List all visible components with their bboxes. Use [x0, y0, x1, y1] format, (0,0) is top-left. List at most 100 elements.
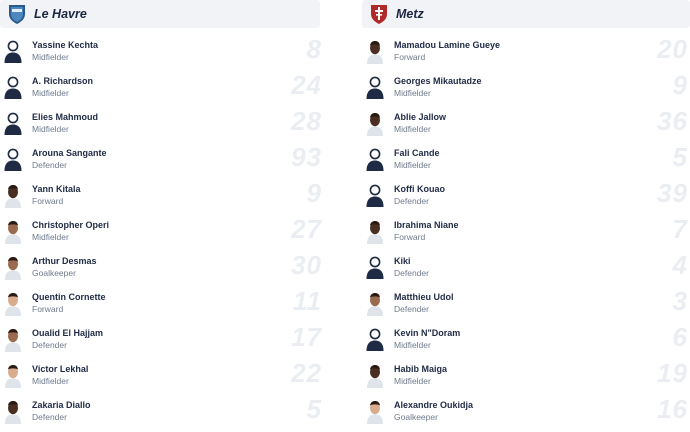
player-name[interactable]: Alexandre Oukidja — [394, 399, 473, 411]
player-avatar-icon — [365, 291, 385, 316]
player-name[interactable]: Kevin N"Doram — [394, 327, 460, 339]
home-player-row[interactable]: Arthur Desmas Goalkeeper 30 — [0, 250, 330, 288]
player-info: Quentin Cornette Forward — [32, 291, 106, 315]
player-avatar-icon — [365, 75, 385, 100]
player-info: Mamadou Lamine Gueye Forward — [394, 39, 500, 63]
player-position: Defender — [394, 196, 429, 206]
player-info: Matthieu Udol Defender — [394, 291, 454, 315]
player-info: Georges Mikautadze Midfielder — [394, 75, 482, 99]
home-player-row[interactable]: Arouna Sangante Defender 93 — [0, 142, 330, 180]
player-name[interactable]: Arthur Desmas — [32, 255, 97, 267]
shirt-number: 93 — [291, 142, 322, 172]
player-info: Kiki Defender — [394, 255, 429, 279]
player-avatar-icon — [3, 363, 23, 388]
player-info: Ablie Jallow Midfielder — [394, 111, 446, 135]
home-player-row[interactable]: A. Richardson Midfielder 24 — [0, 70, 330, 108]
player-name[interactable]: A. Richardson — [32, 75, 93, 87]
player-name[interactable]: Yann Kitala — [32, 183, 81, 195]
player-name[interactable]: Kiki — [394, 255, 429, 267]
shirt-number: 27 — [291, 214, 322, 244]
player-position: Midfielder — [394, 124, 431, 134]
home-player-row[interactable]: Yassine Kechta Midfielder 8 — [0, 34, 330, 72]
home-player-row[interactable]: Quentin Cornette Forward 11 — [0, 286, 330, 324]
player-name[interactable]: Mamadou Lamine Gueye — [394, 39, 500, 51]
player-name[interactable]: Ablie Jallow — [394, 111, 446, 123]
player-name[interactable]: Georges Mikautadze — [394, 75, 482, 87]
player-avatar-icon — [3, 327, 23, 352]
player-name[interactable]: Oualid El Hajjam — [32, 327, 103, 339]
player-name[interactable]: Matthieu Udol — [394, 291, 454, 303]
away-player-row[interactable]: Georges Mikautadze Midfielder 9 — [362, 70, 690, 108]
player-avatar-icon — [365, 363, 385, 388]
player-name[interactable]: Ibrahima Niane — [394, 219, 459, 231]
away-player-row[interactable]: Ibrahima Niane Forward 7 — [362, 214, 690, 252]
shirt-number: 24 — [291, 70, 322, 100]
player-name[interactable]: Fali Cande — [394, 147, 440, 159]
player-avatar-icon — [365, 111, 385, 136]
shirt-number: 3 — [672, 286, 688, 316]
away-player-row[interactable]: Ablie Jallow Midfielder 36 — [362, 106, 690, 144]
player-avatar-icon — [3, 111, 23, 136]
shirt-number: 19 — [657, 358, 688, 388]
shirt-number: 8 — [306, 34, 322, 64]
away-team-header[interactable]: Metz — [362, 0, 690, 28]
player-position: Midfielder — [32, 52, 69, 62]
home-player-row[interactable]: Yann Kitala Forward 9 — [0, 178, 330, 216]
away-player-row[interactable]: Koffi Kouao Defender 39 — [362, 178, 690, 216]
player-avatar-icon — [365, 183, 385, 208]
player-position: Defender — [32, 412, 67, 422]
player-info: Alexandre Oukidja Goalkeeper — [394, 399, 473, 423]
player-name[interactable]: Arouna Sangante — [32, 147, 107, 159]
home-player-row[interactable]: Elies Mahmoud Midfielder 28 — [0, 106, 330, 144]
player-avatar-icon — [365, 219, 385, 244]
home-player-row[interactable]: Zakaria Diallo Defender 5 — [0, 394, 330, 432]
player-avatar-icon — [365, 255, 385, 280]
player-position: Midfielder — [394, 340, 431, 350]
shirt-number: 16 — [657, 394, 688, 424]
shirt-number: 39 — [657, 178, 688, 208]
shirt-number: 4 — [672, 250, 688, 280]
player-name[interactable]: Koffi Kouao — [394, 183, 445, 195]
away-player-row[interactable]: Kevin N"Doram Midfielder 6 — [362, 322, 690, 360]
player-info: A. Richardson Midfielder — [32, 75, 93, 99]
player-position: Midfielder — [32, 232, 69, 242]
shirt-number: 9 — [672, 70, 688, 100]
home-player-row[interactable]: Victor Lekhal Midfielder 22 — [0, 358, 330, 396]
player-position: Defender — [32, 340, 67, 350]
shirt-number: 22 — [291, 358, 322, 388]
player-info: Elies Mahmoud Midfielder — [32, 111, 98, 135]
away-player-row[interactable]: Kiki Defender 4 — [362, 250, 690, 288]
player-position: Defender — [32, 160, 67, 170]
player-info: Yassine Kechta Midfielder — [32, 39, 98, 63]
shirt-number: 5 — [306, 394, 322, 424]
away-player-row[interactable]: Mamadou Lamine Gueye Forward 20 — [362, 34, 690, 72]
player-name[interactable]: Quentin Cornette — [32, 291, 106, 303]
player-avatar-icon — [3, 39, 23, 64]
player-name[interactable]: Victor Lekhal — [32, 363, 88, 375]
player-name[interactable]: Habib Maiga — [394, 363, 447, 375]
player-name[interactable]: Yassine Kechta — [32, 39, 98, 51]
away-player-row[interactable]: Fali Cande Midfielder 5 — [362, 142, 690, 180]
away-team-name: Metz — [396, 7, 424, 21]
player-name[interactable]: Zakaria Diallo — [32, 399, 91, 411]
away-player-row[interactable]: Habib Maiga Midfielder 19 — [362, 358, 690, 396]
player-info: Oualid El Hajjam Defender — [32, 327, 103, 351]
home-player-row[interactable]: Oualid El Hajjam Defender 17 — [0, 322, 330, 360]
player-name[interactable]: Elies Mahmoud — [32, 111, 98, 123]
player-avatar-icon — [365, 147, 385, 172]
home-team-name: Le Havre — [34, 7, 87, 21]
player-name[interactable]: Christopher Operi — [32, 219, 109, 231]
player-position: Goalkeeper — [32, 268, 76, 278]
player-avatar-icon — [3, 255, 23, 280]
home-player-row[interactable]: Christopher Operi Midfielder 27 — [0, 214, 330, 252]
player-position: Forward — [394, 52, 426, 62]
home-team-header[interactable]: Le Havre — [0, 0, 320, 28]
away-player-row[interactable]: Matthieu Udol Defender 3 — [362, 286, 690, 324]
player-position: Midfielder — [394, 376, 431, 386]
player-info: Arouna Sangante Defender — [32, 147, 107, 171]
player-position: Defender — [394, 268, 429, 278]
away-player-row[interactable]: Alexandre Oukidja Goalkeeper 16 — [362, 394, 690, 432]
shirt-number: 20 — [657, 34, 688, 64]
shirt-number: 36 — [657, 106, 688, 136]
player-position: Forward — [32, 304, 64, 314]
